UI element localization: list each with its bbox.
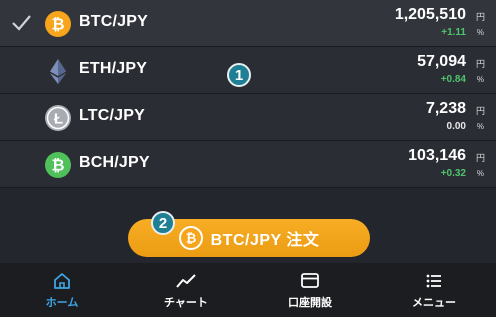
menu-icon: [426, 274, 441, 288]
change-value: 0.00: [446, 121, 466, 132]
bitcoin-cash-icon: ₿: [45, 152, 71, 178]
change-value: +0.84: [440, 74, 466, 85]
price-unit: 円: [475, 106, 485, 116]
market-list: ₿ BTC/JPY 1,205,510 円 +1.11 % ETH/JPY 57…: [0, 0, 496, 188]
market-row-btc[interactable]: ₿ BTC/JPY 1,205,510 円 +1.11 %: [0, 0, 496, 47]
pair-name: LTC/JPY: [79, 107, 146, 124]
checkmark-icon: [12, 15, 31, 31]
pair-name: ETH/JPY: [79, 60, 148, 77]
bottom-tab-bar: ホーム チャート 口座開設 メニュー: [0, 263, 496, 317]
tab-home[interactable]: ホーム: [0, 263, 124, 317]
price-unit: 円: [475, 12, 485, 22]
price-value: 7,238: [425, 100, 466, 117]
tab-label: メニュー: [412, 297, 456, 309]
svg-text:₿: ₿: [51, 157, 64, 175]
ethereum-icon: [50, 59, 66, 84]
price-value: 103,146: [408, 147, 466, 164]
litecoin-icon: Ł: [45, 105, 71, 131]
market-row-bch[interactable]: ₿ BCH/JPY 103,146 円 +0.32 %: [0, 141, 496, 188]
tab-label: 口座開設: [288, 297, 332, 309]
pair-name: BCH/JPY: [79, 154, 150, 171]
callout-badge-1: 1: [227, 63, 251, 87]
change-value: +1.11: [441, 27, 466, 38]
tab-account[interactable]: 口座開設: [248, 263, 372, 317]
change-percent-sign: %: [476, 75, 484, 84]
svg-text:Ł: Ł: [54, 111, 63, 128]
price-unit: 円: [475, 59, 485, 69]
svg-text:₿: ₿: [185, 231, 196, 246]
bitcoin-icon: ₿: [178, 226, 203, 250]
card-icon: [301, 273, 319, 288]
tab-label: チャート: [164, 297, 208, 309]
tab-label: ホーム: [45, 297, 79, 309]
market-row-ltc[interactable]: Ł LTC/JPY 7,238 円 0.00 %: [0, 94, 496, 141]
chart-icon: [176, 274, 196, 288]
change-percent-sign: %: [476, 28, 484, 37]
change-percent-sign: %: [476, 169, 484, 178]
callout-badge-2: 2: [151, 211, 175, 235]
price-unit: 円: [475, 153, 485, 163]
tab-menu[interactable]: メニュー: [372, 263, 496, 317]
change-value: +0.32: [440, 168, 466, 179]
order-button-label: BTC/JPY 注文: [210, 232, 320, 249]
home-icon: [54, 273, 70, 289]
price-value: 57,094: [417, 53, 466, 70]
change-percent-sign: %: [476, 122, 484, 131]
price-value: 1,205,510: [394, 6, 466, 23]
pair-name: BTC/JPY: [79, 13, 148, 30]
tab-chart[interactable]: チャート: [124, 263, 248, 317]
svg-text:₿: ₿: [51, 16, 64, 34]
bitcoin-icon: ₿: [45, 11, 71, 37]
